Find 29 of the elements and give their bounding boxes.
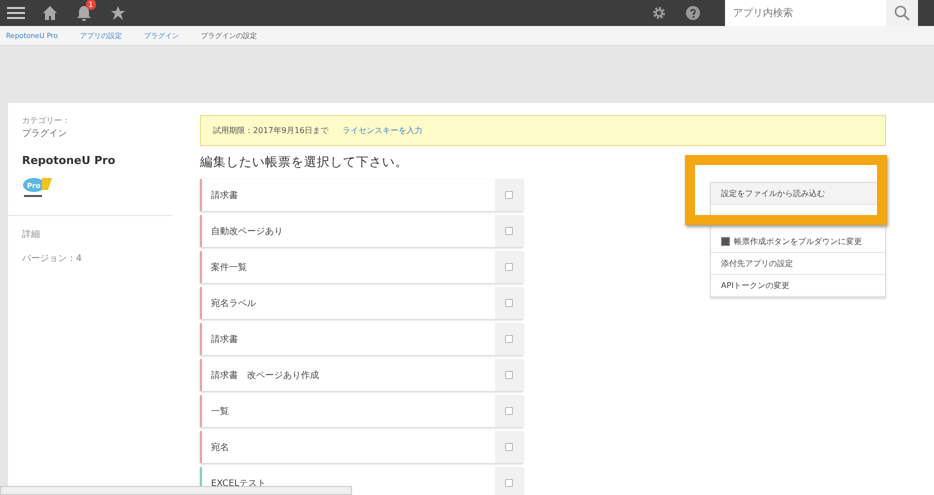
- category-value: プラグイン: [22, 127, 68, 140]
- form-name: 一覧: [210, 406, 230, 418]
- form-row[interactable]: 請求書: [200, 323, 524, 355]
- plugin-name: RepotoneU Pro: [22, 154, 116, 167]
- form-row[interactable]: 案件一覧: [200, 251, 524, 283]
- notification-badge: 1: [86, 0, 96, 10]
- form-name: 自動改ページあり: [210, 226, 284, 238]
- form-row[interactable]: 宛名ラベル: [200, 287, 524, 319]
- form-name: 請求書 改ページあり作成: [210, 370, 320, 382]
- license-link[interactable]: ライセンスキーを入力: [342, 125, 423, 136]
- sidebar-link[interactable]: バージョン：4: [22, 252, 172, 265]
- menu-item[interactable]: 添付先アプリの設定: [711, 253, 885, 275]
- trial-text: 試用期限：2017年9月16日まで: [213, 125, 329, 136]
- form-name: 宛名: [210, 442, 230, 454]
- form-name: 案件一覧: [210, 261, 248, 274]
- form-name: 請求書: [210, 334, 239, 346]
- form-row[interactable]: 請求書: [200, 179, 524, 211]
- sidebar-link[interactable]: 詳細: [22, 228, 172, 241]
- form-row[interactable]: 宛名: [200, 431, 524, 463]
- menu-item[interactable]: 帳票作成ボタンをプルダウンに変更: [711, 231, 885, 253]
- form-row[interactable]: 自動改ページあり: [200, 215, 524, 247]
- form-row[interactable]: 一覧: [200, 395, 524, 427]
- section-heading: 編集したい帳票を選択して下さい。: [200, 154, 409, 171]
- menu-item[interactable]: APIトークンの変更: [711, 275, 885, 297]
- form-name: 請求書: [210, 190, 239, 202]
- search-field[interactable]: アプリ内検索: [725, 0, 886, 26]
- category-label: カテゴリー：: [22, 115, 71, 126]
- form-name: 宛名ラベル: [210, 298, 257, 310]
- form-row[interactable]: 請求書 改ページあり作成: [200, 359, 524, 391]
